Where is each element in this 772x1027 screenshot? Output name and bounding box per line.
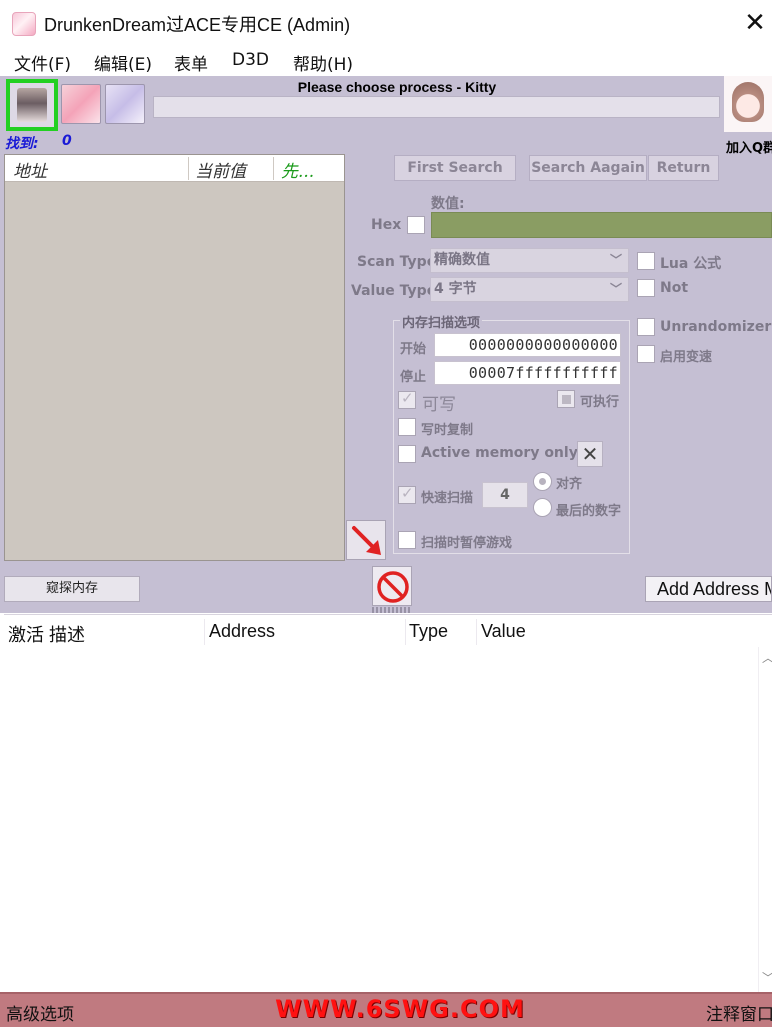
checkmark-icon: ✓ bbox=[401, 389, 414, 407]
lua-formula-checkbox[interactable] bbox=[637, 252, 655, 270]
writable-label: 可写 bbox=[422, 395, 456, 415]
copy-on-write-checkbox[interactable] bbox=[398, 418, 416, 436]
column-current-value[interactable]: 当前值 bbox=[195, 157, 246, 182]
last-digits-radio[interactable] bbox=[533, 498, 552, 517]
chevron-down-icon: ﹀ bbox=[609, 282, 622, 296]
app-window: DrunkenDream过ACE专用CE (Admin) ✕ 文件(F) 编辑(… bbox=[0, 0, 772, 1027]
fast-scan-alignment-input[interactable]: 4 bbox=[482, 482, 528, 508]
open-table-icon[interactable] bbox=[61, 84, 101, 124]
menu-file[interactable]: 文件(F) bbox=[14, 50, 71, 75]
save-table-icon[interactable] bbox=[105, 84, 145, 124]
advanced-options-button[interactable]: 高级选项 bbox=[6, 1000, 74, 1025]
start-address-label: 开始 bbox=[400, 342, 427, 357]
vertical-scrollbar[interactable]: ︿ ﹀ bbox=[758, 647, 772, 993]
app-icon bbox=[12, 12, 36, 36]
align-label: 对齐 bbox=[556, 477, 583, 492]
menu-help[interactable]: 帮助(H) bbox=[293, 50, 353, 75]
fast-scan-checkbox[interactable]: ✓ bbox=[398, 484, 416, 504]
active-memory-only-label: Active memory only bbox=[421, 445, 578, 461]
first-search-button[interactable]: First Search bbox=[394, 155, 516, 181]
join-group-label[interactable]: 加入Q群 bbox=[726, 137, 772, 156]
value-input[interactable] bbox=[431, 212, 772, 238]
select-process-icon[interactable] bbox=[6, 79, 58, 131]
found-count: 0 bbox=[62, 133, 72, 149]
column-value[interactable]: Value bbox=[481, 621, 526, 642]
pause-game-label: 扫描时暂停游戏 bbox=[421, 536, 513, 551]
value-type-label: Value Type bbox=[351, 283, 437, 299]
site-banner: WWW.6SWG.COM bbox=[275, 995, 525, 1023]
stop-scan-button[interactable] bbox=[372, 566, 412, 606]
scan-type-value: 精确数值 bbox=[434, 252, 490, 268]
memory-scan-options-title: 内存扫描选项 bbox=[400, 312, 483, 331]
column-type[interactable]: Type bbox=[409, 621, 448, 642]
menu-bar: 文件(F) 编辑(E) 表单 D3D 帮助(H) bbox=[0, 46, 772, 76]
unrandomizer-label: Unrandomizer bbox=[660, 319, 772, 335]
executable-label: 可执行 bbox=[580, 395, 620, 410]
results-header: 地址 当前值 先... bbox=[5, 155, 344, 182]
scroll-down-icon[interactable]: ﹀ bbox=[759, 969, 772, 991]
scan-type-label: Scan Type bbox=[357, 254, 437, 270]
start-address-input[interactable]: 0000000000000000 bbox=[434, 333, 621, 357]
process-title: Please choose process - Kitty bbox=[297, 79, 497, 95]
mascot-image bbox=[724, 76, 772, 132]
return-button[interactable]: Return bbox=[648, 155, 719, 181]
value-type-value: 4 字节 bbox=[434, 281, 477, 297]
menu-edit[interactable]: 编辑(E) bbox=[94, 50, 152, 75]
copy-on-write-label: 写时复制 bbox=[421, 423, 474, 438]
panel-splitter-handle[interactable] bbox=[372, 607, 412, 613]
value-label: 数值: bbox=[431, 196, 465, 212]
found-label: 找到: bbox=[5, 136, 39, 152]
clear-x-icon[interactable]: ✕ bbox=[577, 441, 603, 467]
arrow-down-right-icon bbox=[352, 526, 381, 555]
unrandomizer-checkbox[interactable] bbox=[637, 318, 655, 336]
scan-progress-bar bbox=[153, 96, 720, 118]
speedhack-checkbox[interactable] bbox=[637, 345, 655, 363]
status-bar: 高级选项 WWW.6SWG.COM 注释窗口 bbox=[0, 992, 772, 1027]
column-active-description[interactable]: 激活 描述 bbox=[8, 621, 85, 647]
hex-checkbox[interactable] bbox=[407, 216, 425, 234]
comment-window-button[interactable]: 注释窗口 bbox=[706, 1000, 772, 1025]
add-address-manually-button[interactable]: Add Address Manually bbox=[645, 576, 772, 602]
lua-formula-label: Lua 公式 bbox=[660, 256, 722, 272]
scroll-up-icon[interactable]: ︿ bbox=[759, 649, 772, 671]
no-entry-icon bbox=[377, 571, 409, 603]
pause-game-checkbox[interactable] bbox=[398, 531, 416, 549]
not-checkbox[interactable] bbox=[637, 279, 655, 297]
chevron-down-icon: ﹀ bbox=[609, 253, 622, 267]
column-address[interactable]: Address bbox=[209, 621, 275, 642]
stop-address-label: 停止 bbox=[400, 370, 427, 385]
executable-checkbox[interactable] bbox=[557, 390, 575, 408]
not-label: Not bbox=[660, 280, 689, 296]
probe-memory-button[interactable]: 窥探内存 bbox=[4, 576, 140, 602]
column-address[interactable]: 地址 bbox=[13, 157, 47, 182]
scan-panel: Please choose process - Kitty 加入Q群 找到: 0… bbox=[0, 76, 772, 613]
menu-table[interactable]: 表单 bbox=[174, 50, 208, 75]
align-radio[interactable] bbox=[533, 472, 552, 491]
scan-results-list[interactable]: 地址 当前值 先... bbox=[4, 154, 345, 561]
column-previous-value[interactable]: 先... bbox=[281, 157, 314, 182]
cheat-table[interactable]: 激活 描述 Address Type Value ︿ ﹀ bbox=[4, 614, 772, 993]
last-digits-label: 最后的数字 bbox=[556, 504, 622, 519]
menu-d3d[interactable]: D3D bbox=[232, 50, 269, 70]
window-title: DrunkenDream过ACE专用CE (Admin) bbox=[44, 15, 351, 35]
checkmark-icon: ✓ bbox=[401, 484, 414, 502]
search-again-button[interactable]: Search Aagain bbox=[529, 155, 647, 181]
add-to-list-arrow-button[interactable] bbox=[346, 520, 386, 560]
hex-label: Hex bbox=[371, 217, 402, 233]
fast-scan-label: 快速扫描 bbox=[421, 491, 474, 506]
indeterminate-icon bbox=[562, 395, 571, 404]
title-bar: DrunkenDream过ACE专用CE (Admin) ✕ bbox=[0, 0, 772, 46]
scan-type-select[interactable]: 精确数值 ﹀ bbox=[430, 248, 629, 273]
close-button[interactable]: ✕ bbox=[740, 10, 770, 38]
writable-checkbox[interactable]: ✓ bbox=[398, 389, 416, 409]
stop-address-input[interactable]: 00007fffffffffff bbox=[434, 361, 621, 385]
speedhack-label: 启用变速 bbox=[660, 350, 713, 365]
active-memory-only-checkbox[interactable] bbox=[398, 445, 416, 463]
value-type-select[interactable]: 4 字节 ﹀ bbox=[430, 277, 629, 302]
